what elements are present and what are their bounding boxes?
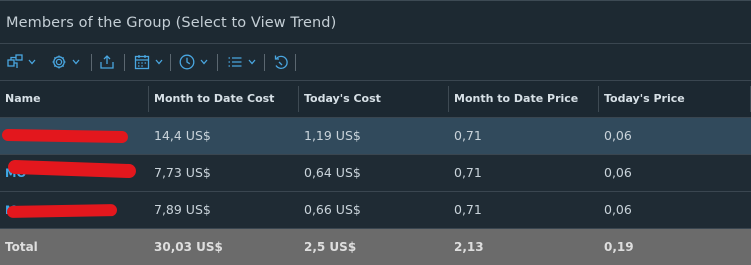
column-header-todays-price[interactable]: Today's Price <box>599 81 751 118</box>
total-label: Total <box>0 228 149 265</box>
total-mtd-price: 2,13 <box>449 228 599 265</box>
total-todays-cost: 2,5 US$ <box>299 228 449 265</box>
export-icon <box>98 53 116 71</box>
toolbar-divider <box>264 54 265 71</box>
chevron-down-icon <box>155 59 163 65</box>
total-todays-price: 0,19 <box>599 228 751 265</box>
table-row[interactable]: M 14,4 US$ 1,19 US$ 0,71 0,06 <box>0 117 751 155</box>
total-mtd-cost: 30,03 US$ <box>149 228 299 265</box>
clock-icon <box>178 53 196 71</box>
table-row[interactable]: M 7,89 US$ 0,66 US$ 0,71 0,06 <box>0 191 751 229</box>
todays-price-cell: 0,06 <box>599 154 751 192</box>
redaction-mark <box>6 203 118 218</box>
chevron-down-icon <box>72 59 80 65</box>
list-icon <box>226 53 244 71</box>
mtd-cost-cell: 14,4 US$ <box>149 117 299 155</box>
panel-header: Members of the Group (Select to View Tre… <box>0 0 751 44</box>
toolbar-divider <box>170 54 171 71</box>
chevron-down-icon <box>28 59 36 65</box>
hierarchy-icon <box>6 53 24 71</box>
date-range-menu-button[interactable] <box>133 52 163 72</box>
column-header-name[interactable]: Name <box>0 81 149 118</box>
calendar-icon <box>133 53 151 71</box>
members-panel: Members of the Group (Select to View Tre… <box>0 0 751 265</box>
settings-menu-button[interactable] <box>50 52 80 72</box>
total-row: Total 30,03 US$ 2,5 US$ 2,13 0,19 <box>0 228 751 265</box>
toolbar-divider <box>217 54 218 71</box>
todays-cost-cell: 1,19 US$ <box>299 117 449 155</box>
export-button[interactable] <box>98 52 116 72</box>
member-name-cell[interactable]: MO <box>0 154 149 192</box>
column-header-mtd-cost[interactable]: Month to Date Cost <box>149 81 299 118</box>
mtd-cost-cell: 7,89 US$ <box>149 191 299 229</box>
todays-price-cell: 0,06 <box>599 191 751 229</box>
mtd-cost-cell: 7,73 US$ <box>149 154 299 192</box>
mtd-price-cell: 0,71 <box>449 117 599 155</box>
redaction-mark <box>7 159 137 178</box>
time-menu-button[interactable] <box>178 52 208 72</box>
panel-title: Members of the Group (Select to View Tre… <box>6 15 337 31</box>
member-name-cell[interactable]: M <box>0 117 149 155</box>
member-name-cell[interactable]: M <box>0 191 149 229</box>
members-table: Name Month to Date Cost Today's Cost Mon… <box>0 81 751 265</box>
chevron-down-icon <box>248 59 256 65</box>
chevron-down-icon <box>200 59 208 65</box>
todays-cost-cell: 0,66 US$ <box>299 191 449 229</box>
todays-cost-cell: 0,64 US$ <box>299 154 449 192</box>
hierarchy-menu-button[interactable] <box>6 52 36 72</box>
mtd-price-cell: 0,71 <box>449 154 599 192</box>
reset-icon <box>272 53 290 71</box>
toolbar-divider <box>124 54 125 71</box>
toolbar <box>0 44 751 81</box>
todays-price-cell: 0,06 <box>599 117 751 155</box>
redaction-mark <box>1 128 129 143</box>
reset-button[interactable] <box>272 52 290 72</box>
column-header-mtd-price[interactable]: Month to Date Price <box>449 81 599 118</box>
table-row[interactable]: MO 7,73 US$ 0,64 US$ 0,71 0,06 <box>0 154 751 192</box>
list-menu-button[interactable] <box>226 52 256 72</box>
toolbar-divider <box>295 54 296 71</box>
toolbar-divider <box>91 54 92 71</box>
gear-icon <box>50 53 68 71</box>
mtd-price-cell: 0,71 <box>449 191 599 229</box>
table-header-row: Name Month to Date Cost Today's Cost Mon… <box>0 81 751 118</box>
column-header-todays-cost[interactable]: Today's Cost <box>299 81 449 118</box>
